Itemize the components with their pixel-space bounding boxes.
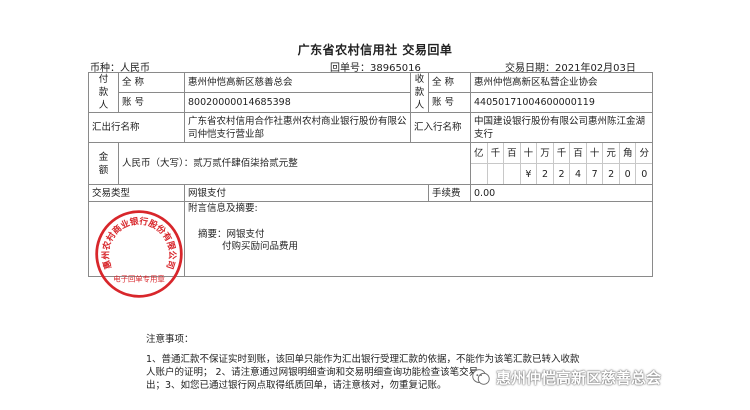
unit-fen: 分 <box>635 143 651 163</box>
unit-yuan: 元 <box>602 143 619 163</box>
payee-side-label: 收款人 <box>410 72 429 113</box>
payer-side-label: 付款人 <box>88 72 119 113</box>
postscript-section: 附言信息及摘要: 摘要：网银支付 付购买励问品费用 <box>184 201 653 277</box>
payee-bank: 中国建设银行股份有限公司惠州陈江金湖支行 <box>470 112 653 143</box>
digit-cell <box>472 164 487 184</box>
digit-cell: ¥ <box>519 164 537 184</box>
unit-bai-2: 百 <box>569 143 586 163</box>
unit-wan: 万 <box>536 143 553 163</box>
receipt-title: 广东省农村信用社 交易回单 <box>297 43 453 57</box>
digit-cell: 2 <box>602 164 619 184</box>
unit-bai: 百 <box>503 143 520 163</box>
unit-yi: 亿 <box>474 147 484 159</box>
digit-cell <box>486 164 504 184</box>
payee-account: 44050171004600000119 <box>470 92 653 113</box>
postscript-label: 附言信息及摘要: <box>188 203 258 214</box>
unit-shi: 十 <box>519 143 537 163</box>
watermark: 惠州仲恺高新区慈善总会 <box>470 366 661 388</box>
digit-cell: 2 <box>552 164 570 184</box>
unit-shi-2: 十 <box>585 143 603 163</box>
notes-title: 注意事项： <box>146 334 194 345</box>
amount-side-label: 金额 <box>88 142 119 185</box>
transaction-type-label: 交易类型 <box>88 184 185 202</box>
watermark-text: 惠州仲恺高新区慈善总会 <box>496 368 662 387</box>
payee-name-label: 全 称 <box>428 72 471 93</box>
payer-account: 80020000014685398 <box>184 92 411 113</box>
notes-line-1: 1、普通汇款不保证实时到账，该回单只能作为汇出银行受理汇款的依据，不能作为该笔汇… <box>146 354 580 365</box>
fee-label: 手续费 <box>428 184 471 202</box>
wechat-icon <box>472 369 490 385</box>
amount-digit-grid: 亿 千 百 十 万 千 百 十 元 角 分 ¥ 2 2 4 7 2 0 0 <box>470 142 653 185</box>
unit-qian: 千 <box>486 143 504 163</box>
summary-line-2: 付购买励问品费用 <box>222 241 299 252</box>
digit-cell: 7 <box>585 164 603 184</box>
digit-cell: 0 <box>635 164 651 184</box>
payer-account-label: 账 号 <box>118 92 185 113</box>
digit-cell <box>503 164 520 184</box>
unit-qian-2: 千 <box>552 143 570 163</box>
payee-bank-label: 汇入行名称 <box>410 112 471 143</box>
transaction-type: 网银支付 <box>184 184 429 202</box>
seal-bottom-text: 电子回单专用章 <box>113 275 165 284</box>
digit-cell: 2 <box>536 164 553 184</box>
amount-in-words: 人民币（大写）：贰万贰仟肆佰柒拾贰元整 <box>118 142 471 185</box>
electronic-receipt-seal: 惠州农村商业银行股份有限公司 电子回单专用章 <box>95 210 183 298</box>
payer-name: 惠州仲恺高新区慈善总会 <box>184 72 411 93</box>
payee-name: 惠州仲恺高新区私营企业协会 <box>470 72 653 93</box>
unit-jiao: 角 <box>618 143 636 163</box>
payer-bank: 广东省农村信用合作社惠州农村商业银行股份有限公司仲恺支行营业部 <box>184 112 411 143</box>
digit-cell: 4 <box>569 164 586 184</box>
fee-value: 0.00 <box>470 184 653 202</box>
payer-name-label: 全 称 <box>118 72 185 93</box>
payee-account-label: 账 号 <box>428 92 471 113</box>
summary-line-1: 摘要：网银支付 <box>198 229 265 240</box>
digit-cell: 0 <box>618 164 636 184</box>
payer-bank-label: 汇出行名称 <box>88 112 185 143</box>
